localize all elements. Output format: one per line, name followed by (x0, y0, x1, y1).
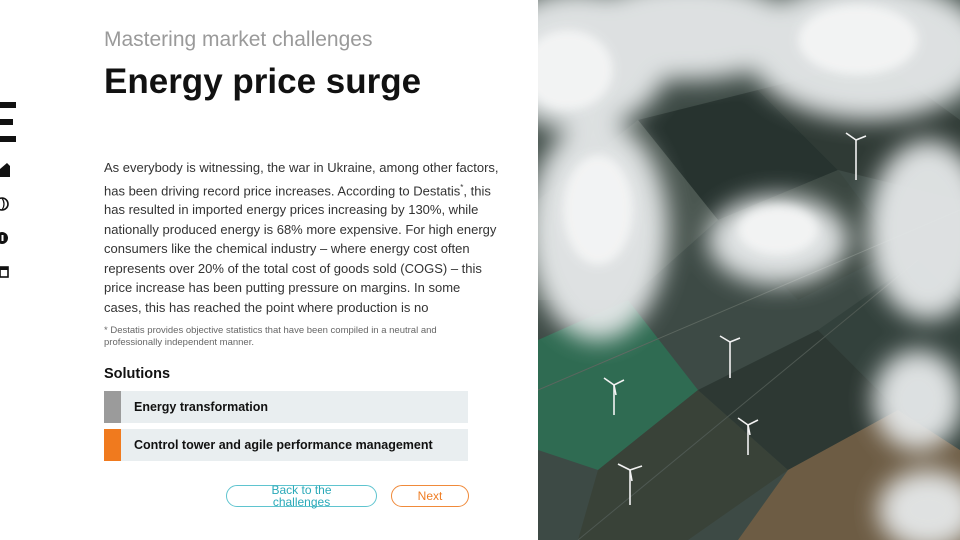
aerial-wind-farm-clouds-image (538, 0, 960, 540)
solution-item-label: Control tower and agile performance mana… (134, 438, 433, 452)
section-kicker: Mastering market challenges (104, 28, 373, 51)
info-icon[interactable] (0, 231, 10, 245)
solution-color-bar (104, 429, 121, 461)
footnote: * Destatis provides objective statistics… (104, 325, 437, 348)
solution-item-energy-transformation[interactable]: Energy transformation (104, 391, 468, 423)
solution-item-control-tower[interactable]: Control tower and agile performance mana… (104, 429, 468, 461)
page-title: Energy price surge (104, 62, 422, 101)
calendar-icon[interactable] (0, 265, 10, 279)
solution-color-bar (104, 391, 121, 423)
body-text-part2: , this has resulted in imported energy p… (104, 182, 497, 315)
next-button[interactable]: Next (391, 485, 469, 507)
left-nav-rail (0, 0, 20, 540)
menu-icon[interactable] (0, 102, 16, 142)
globe-icon[interactable] (0, 197, 10, 211)
body-paragraph[interactable]: As everybody is witnessing, the war in U… (104, 158, 500, 318)
solution-item-label: Energy transformation (134, 400, 269, 414)
home-icon[interactable] (0, 163, 10, 177)
back-to-challenges-button[interactable]: Back to the challenges (226, 484, 377, 508)
body-text-part1: As everybody is witnessing, the war in U… (104, 160, 499, 198)
aerial-photo-illustration (538, 0, 960, 540)
solutions-heading: Solutions (104, 366, 171, 382)
